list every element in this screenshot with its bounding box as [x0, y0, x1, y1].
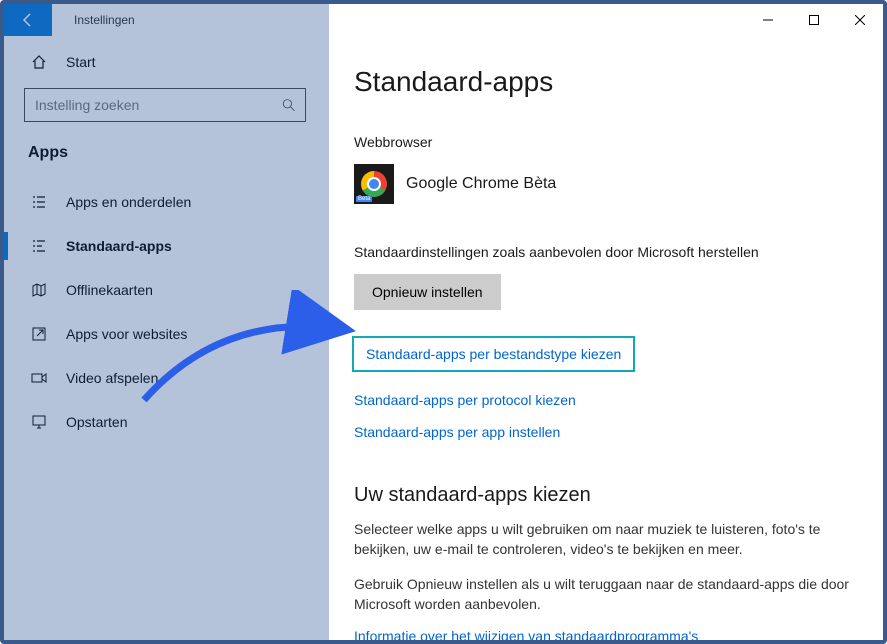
arrow-left-icon [20, 12, 36, 28]
subheading: Uw standaard-apps kiezen [354, 484, 855, 507]
home-label: Start [66, 54, 96, 70]
nav-label: Standaard-apps [66, 238, 172, 254]
close-button[interactable] [837, 4, 883, 36]
map-icon [30, 282, 48, 298]
defaults-icon [30, 238, 48, 254]
nav-offline-maps[interactable]: Offlinekaarten [24, 268, 306, 312]
window-title: Instellingen [52, 13, 135, 27]
video-icon [30, 370, 48, 386]
default-browser-selector[interactable]: Beta Google Chrome Bèta [354, 164, 855, 204]
nav-startup[interactable]: Opstarten [24, 400, 306, 444]
nav-label: Apps voor websites [66, 326, 187, 342]
maximize-button[interactable] [791, 4, 837, 36]
search-icon [282, 98, 295, 112]
link-more-info[interactable]: Informatie over het wijzigen van standaa… [354, 628, 698, 640]
link-choose-by-protocol[interactable]: Standaard-apps per protocol kiezen [354, 392, 576, 408]
open-icon [30, 326, 48, 342]
home-icon [30, 54, 48, 70]
browser-app-name: Google Chrome Bèta [406, 175, 556, 193]
chrome-beta-icon: Beta [354, 164, 394, 204]
back-button[interactable] [4, 4, 52, 36]
search-box[interactable] [24, 88, 306, 122]
browser-section-label: Webbrowser [354, 134, 855, 150]
list-icon [30, 194, 48, 210]
nav-label: Offlinekaarten [66, 282, 153, 298]
reset-description: Standaardinstellingen zoals aanbevolen d… [354, 244, 855, 260]
nav-default-apps[interactable]: Standaard-apps [24, 224, 306, 268]
system-buttons [745, 4, 883, 36]
nav-label: Apps en onderdelen [66, 194, 191, 210]
nav-label: Video afspelen [66, 370, 158, 386]
search-input[interactable] [35, 97, 282, 113]
page-title: Standaard-apps [354, 66, 855, 98]
startup-icon [30, 414, 48, 430]
close-icon [855, 15, 865, 25]
link-set-by-app[interactable]: Standaard-apps per app instellen [354, 424, 560, 440]
nav-apps-websites[interactable]: Apps voor websites [24, 312, 306, 356]
titlebar: Instellingen [4, 4, 883, 36]
nav-video-playback[interactable]: Video afspelen [24, 356, 306, 400]
nav-heading: Apps [28, 144, 306, 162]
main-panel: Standaard-apps Webbrowser Beta Google Ch… [326, 36, 883, 640]
reset-button[interactable]: Opnieuw instellen [354, 274, 501, 310]
nav-label: Opstarten [66, 414, 127, 430]
nav-apps-features[interactable]: Apps en onderdelen [24, 180, 306, 224]
info-paragraph-1: Selecteer welke apps u wilt gebruiken om… [354, 519, 854, 560]
maximize-icon [809, 15, 819, 25]
minimize-icon [763, 15, 773, 25]
link-choose-by-filetype[interactable]: Standaard-apps per bestandstype kiezen [354, 338, 633, 370]
info-paragraph-2: Gebruik Opnieuw instellen als u wilt ter… [354, 574, 854, 615]
home-button[interactable]: Start [30, 54, 306, 70]
minimize-button[interactable] [745, 4, 791, 36]
sidebar: Start Apps Apps en onderdelen Standaard-… [4, 36, 326, 640]
